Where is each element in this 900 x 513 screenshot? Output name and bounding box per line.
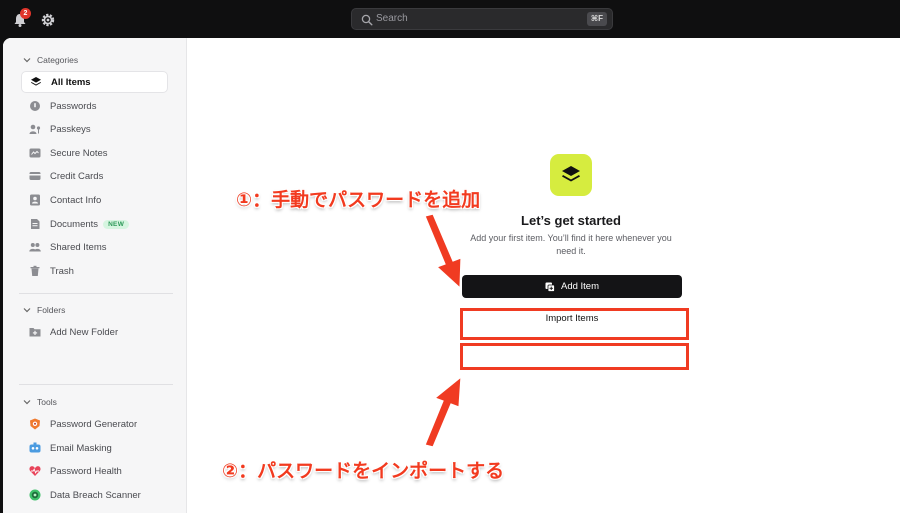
search-bar[interactable]: Search ⌘F <box>351 8 613 30</box>
sidebar-item-label: Passkeys <box>50 123 91 135</box>
layers-icon <box>31 77 41 86</box>
sidebar-item-label: Shared Items <box>50 241 107 253</box>
sidebar-item-documents[interactable]: Documents NEW <box>21 213 168 235</box>
sidebar-item-label: Password Generator <box>50 418 138 430</box>
sidebar-item-label: Password Health <box>50 465 122 477</box>
annotation-step-1: ①：手動でパスワードを追加 <box>236 189 481 211</box>
sidebar-divider <box>19 384 173 385</box>
sidebar-item-password-health[interactable]: Password Health <box>21 460 168 482</box>
arrow-up-icon <box>424 375 462 447</box>
sidebar-item-label: Data Breach Scanner <box>50 489 141 501</box>
sidebar-item-label: Passwords <box>50 100 97 112</box>
categories-section-header[interactable]: Categories <box>23 55 78 65</box>
arrow-down-icon <box>424 213 462 290</box>
sidebar-item-password-generator[interactable]: Password Generator <box>21 413 168 435</box>
folders-section-header[interactable]: Folders <box>23 305 65 315</box>
email-masking-icon <box>29 442 41 453</box>
sidebar-item-credit-cards[interactable]: Credit Cards <box>21 165 168 187</box>
sidebar-item-secure-notes[interactable]: Secure Notes <box>21 142 168 164</box>
sidebar-item-passkeys[interactable]: Passkeys <box>21 118 168 140</box>
sidebar: Categories All Items Passwords Passkeys … <box>3 38 187 513</box>
sidebar-item-label: Documents <box>50 218 99 230</box>
categories-label: Categories <box>37 55 79 65</box>
annotation-step-2: ②：パスワードをインポートする <box>222 460 505 482</box>
empty-state-title: Let’s get started <box>521 213 621 228</box>
empty-state-icon <box>550 154 592 196</box>
sidebar-item-contact-info[interactable]: Contact Info <box>21 189 168 211</box>
sidebar-item-email-masking[interactable]: Email Masking <box>21 437 168 459</box>
sidebar-divider <box>19 293 173 294</box>
add-folder-icon <box>29 328 41 337</box>
sidebar-item-label: Credit Cards <box>50 170 104 182</box>
password-health-icon <box>29 466 41 476</box>
sidebar-item-data-breach-scanner[interactable]: Data Breach Scanner <box>21 484 168 506</box>
sidebar-item-all-items[interactable]: All Items <box>21 71 168 93</box>
layers-icon <box>562 166 580 182</box>
shared-icon <box>29 243 41 252</box>
notification-badge: 2 <box>20 8 31 19</box>
highlight-import-items <box>460 343 689 370</box>
sidebar-item-add-new-folder[interactable]: Add New Folder <box>21 321 168 343</box>
sidebar-item-label: Email Masking <box>50 442 112 454</box>
key-icon <box>30 101 40 111</box>
search-shortcut: ⌘F <box>586 12 607 26</box>
passkey-icon <box>29 124 41 134</box>
add-item-button[interactable]: Add Item <box>462 275 682 298</box>
document-icon <box>31 219 40 229</box>
tools-label: Tools <box>37 397 57 407</box>
breach-scanner-icon <box>29 489 41 501</box>
new-badge: NEW <box>103 219 130 229</box>
gear-icon[interactable] <box>40 12 56 28</box>
folders-label: Folders <box>37 305 66 315</box>
credit-card-icon <box>29 172 41 180</box>
sidebar-item-passwords[interactable]: Passwords <box>21 95 168 117</box>
sidebar-item-shared-items[interactable]: Shared Items <box>21 236 168 258</box>
chevron-down-icon <box>23 400 31 405</box>
add-item-label: Add Item <box>560 281 600 292</box>
trash-icon <box>30 265 40 276</box>
highlight-add-item <box>460 308 689 340</box>
chevron-down-icon <box>23 58 31 63</box>
sidebar-item-trash[interactable]: Trash <box>21 260 168 282</box>
sidebar-item-label: Trash <box>50 265 74 277</box>
sidebar-item-label: All Items <box>51 76 91 88</box>
tools-section-header[interactable]: Tools <box>23 397 57 407</box>
add-item-icon <box>545 282 555 292</box>
top-bar: 2 Search ⌘F <box>0 0 900 38</box>
empty-state-subtitle: Add your first item. You’ll find it here… <box>470 233 672 256</box>
contact-icon <box>30 194 40 206</box>
password-generator-icon <box>30 418 40 430</box>
sidebar-item-label: Contact Info <box>50 194 102 206</box>
chevron-down-icon <box>23 308 31 313</box>
sidebar-item-label: Add New Folder <box>50 326 119 338</box>
search-icon <box>361 14 373 26</box>
search-input[interactable]: Search <box>376 13 408 24</box>
sidebar-item-label: Secure Notes <box>50 147 108 159</box>
note-icon <box>29 148 41 158</box>
